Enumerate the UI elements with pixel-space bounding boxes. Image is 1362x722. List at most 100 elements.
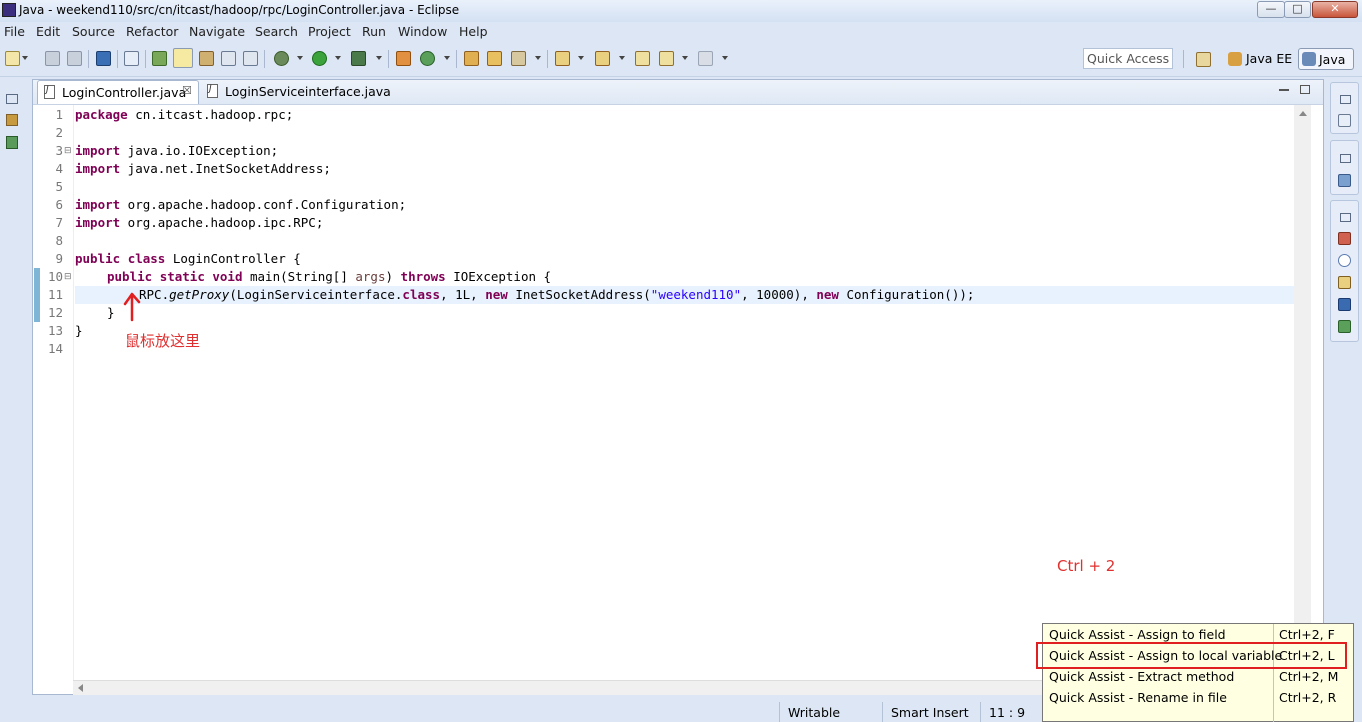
status-cursor-position: 11 : 9 bbox=[980, 702, 1042, 722]
new-icon[interactable] bbox=[5, 51, 20, 66]
editor-tab-bar: LoginController.java ☒ LoginServiceinter… bbox=[33, 80, 1323, 105]
debug-icon[interactable] bbox=[274, 51, 289, 66]
perspective-java-ee[interactable]: Java EE bbox=[1226, 48, 1296, 70]
search-dropdown-icon[interactable] bbox=[535, 56, 541, 60]
toggle-mark-occurrences-icon[interactable] bbox=[152, 51, 167, 66]
quick-access-input[interactable]: Quick Access bbox=[1083, 48, 1173, 69]
line-number: 9 bbox=[55, 251, 63, 266]
search-icon[interactable] bbox=[511, 51, 526, 66]
close-tab-icon[interactable]: ☒ bbox=[182, 84, 192, 97]
code-line: import java.io.IOException; bbox=[75, 143, 279, 158]
coverage-dropdown-icon[interactable] bbox=[376, 56, 382, 60]
task-list-icon[interactable] bbox=[1338, 114, 1351, 127]
code-line: RPC.getProxy(LoginServiceinterface.class… bbox=[139, 287, 975, 302]
open-task-icon[interactable] bbox=[487, 51, 502, 66]
code-line: import org.apache.hadoop.ipc.RPC; bbox=[75, 215, 324, 230]
menu-project[interactable]: Project bbox=[308, 24, 351, 39]
menu-run[interactable]: Run bbox=[362, 24, 386, 39]
quick-assist-extract-method[interactable]: Quick Assist - Extract method Ctrl+2, M bbox=[1043, 666, 1353, 687]
menu-window[interactable]: Window bbox=[398, 24, 447, 39]
title-bar: Java - weekend110/src/cn/itcast/hadoop/r… bbox=[0, 0, 1362, 22]
minimize-button[interactable]: — bbox=[1257, 1, 1285, 18]
menu-refactor[interactable]: Refactor bbox=[126, 24, 178, 39]
scroll-up-icon[interactable] bbox=[1299, 111, 1307, 116]
save-icon[interactable] bbox=[45, 51, 60, 66]
previous-annotation-icon[interactable] bbox=[595, 51, 610, 66]
problems-icon[interactable] bbox=[1338, 232, 1351, 245]
block-selection-icon[interactable] bbox=[199, 51, 214, 66]
vertical-scrollbar[interactable] bbox=[1294, 105, 1311, 680]
junit-icon[interactable] bbox=[1338, 320, 1351, 333]
new-java-project-icon[interactable] bbox=[396, 51, 411, 66]
run-icon[interactable] bbox=[312, 51, 327, 66]
debug-dropdown-icon[interactable] bbox=[297, 56, 303, 60]
open-terminal-icon[interactable] bbox=[96, 51, 111, 66]
maximize-button[interactable]: □ bbox=[1284, 1, 1311, 18]
coverage-icon[interactable] bbox=[351, 51, 366, 66]
new-class-dropdown-icon[interactable] bbox=[444, 56, 450, 60]
next-annotation-dropdown-icon[interactable] bbox=[578, 56, 584, 60]
package-explorer-icon[interactable] bbox=[6, 114, 18, 126]
last-edit-location-icon[interactable] bbox=[635, 51, 650, 66]
scroll-left-icon[interactable] bbox=[78, 684, 83, 692]
run-dropdown-icon[interactable] bbox=[335, 56, 341, 60]
red-highlight-annotation bbox=[1036, 642, 1347, 669]
menu-file[interactable]: File bbox=[4, 24, 25, 39]
shortcut-annotation: Ctrl + 2 bbox=[1057, 557, 1116, 575]
restore-icon[interactable] bbox=[1340, 95, 1351, 104]
back-dropdown-icon[interactable] bbox=[682, 56, 688, 60]
java-perspective-icon bbox=[1302, 52, 1316, 66]
minimize-editor-icon[interactable] bbox=[1279, 89, 1289, 91]
line-number: 3 bbox=[55, 143, 63, 158]
forward-icon[interactable] bbox=[698, 51, 713, 66]
java-file-icon bbox=[44, 85, 55, 99]
code-line: import org.apache.hadoop.conf.Configurat… bbox=[75, 197, 407, 212]
java-file-icon bbox=[207, 84, 218, 98]
tab-loginserviceinterface[interactable]: LoginServiceinterface.java bbox=[201, 80, 391, 104]
code-line: } bbox=[107, 305, 115, 320]
javadoc-icon[interactable] bbox=[1338, 254, 1351, 267]
menu-help[interactable]: Help bbox=[459, 24, 488, 39]
fold-collapse-icon[interactable]: ⊟ bbox=[64, 146, 72, 156]
java-ee-icon bbox=[1228, 52, 1242, 66]
menu-navigate[interactable]: Navigate bbox=[189, 24, 245, 39]
highlight-icon[interactable] bbox=[173, 48, 193, 68]
skip-breakpoints-icon[interactable] bbox=[124, 51, 139, 66]
maximize-editor-icon[interactable] bbox=[1300, 85, 1310, 94]
restore-icon[interactable] bbox=[1340, 154, 1351, 163]
code-line: public class LoginController { bbox=[75, 251, 301, 266]
save-all-icon[interactable] bbox=[67, 51, 82, 66]
next-annotation-icon[interactable] bbox=[555, 51, 570, 66]
line-number: 2 bbox=[55, 125, 63, 140]
fold-collapse-icon[interactable]: ⊟ bbox=[64, 272, 72, 282]
status-insert-mode: Smart Insert bbox=[882, 702, 980, 722]
left-trim-bar bbox=[0, 77, 28, 722]
show-whitespace-icon[interactable] bbox=[243, 51, 258, 66]
type-hierarchy-icon[interactable] bbox=[6, 136, 18, 149]
restore-icon[interactable] bbox=[1340, 213, 1351, 222]
new-class-icon[interactable] bbox=[420, 51, 435, 66]
quick-assist-rename-in-file[interactable]: Quick Assist - Rename in file Ctrl+2, R bbox=[1043, 687, 1353, 708]
line-number: 10 bbox=[47, 269, 63, 284]
menu-search[interactable]: Search bbox=[255, 24, 298, 39]
open-type-icon[interactable] bbox=[464, 51, 479, 66]
perspective-java-ee-label: Java EE bbox=[1246, 51, 1293, 66]
line-number: 5 bbox=[55, 179, 63, 194]
forward-dropdown-icon[interactable] bbox=[722, 56, 728, 60]
word-wrap-icon[interactable] bbox=[221, 51, 236, 66]
tab-logincontroller[interactable]: LoginController.java ☒ bbox=[37, 80, 199, 104]
perspective-java[interactable]: Java bbox=[1298, 48, 1354, 70]
new-dropdown-icon[interactable] bbox=[22, 56, 28, 60]
code-editor[interactable] bbox=[33, 105, 1294, 680]
open-perspective-icon[interactable] bbox=[1196, 52, 1211, 67]
previous-annotation-dropdown-icon[interactable] bbox=[619, 56, 625, 60]
close-button[interactable]: ✕ bbox=[1312, 1, 1358, 18]
back-icon[interactable] bbox=[659, 51, 674, 66]
menu-edit[interactable]: Edit bbox=[36, 24, 60, 39]
outline-icon[interactable] bbox=[1338, 174, 1351, 187]
code-line: package cn.itcast.hadoop.rpc; bbox=[75, 107, 294, 122]
console-icon[interactable] bbox=[1338, 298, 1351, 311]
menu-source[interactable]: Source bbox=[72, 24, 115, 39]
declaration-icon[interactable] bbox=[1338, 276, 1351, 289]
restore-icon[interactable] bbox=[6, 94, 18, 104]
